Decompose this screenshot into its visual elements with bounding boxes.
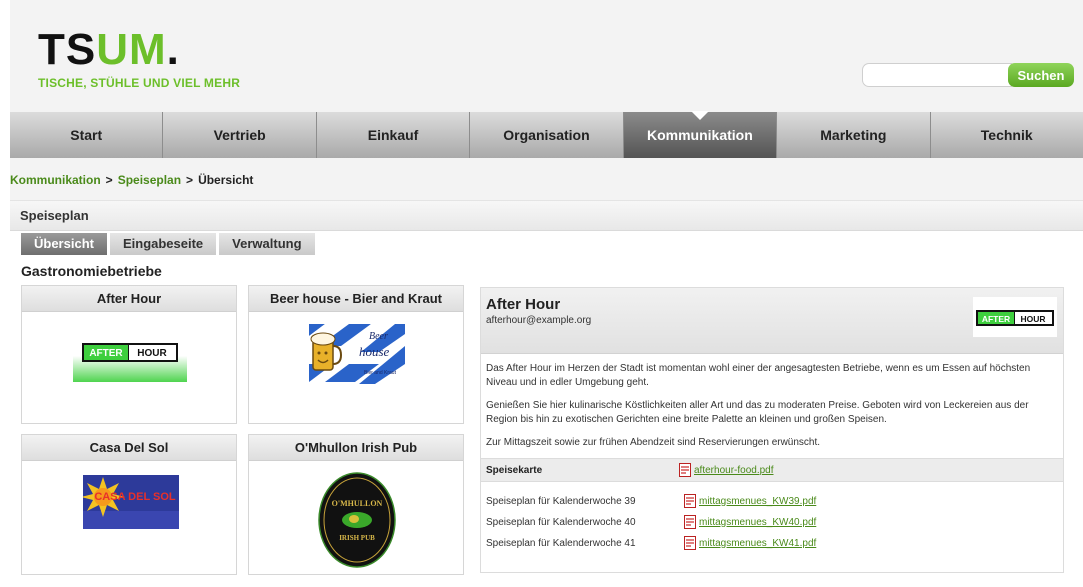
logo-wordmark: TSUM. xyxy=(38,28,240,72)
pdf-icon xyxy=(684,515,697,529)
detail-paragraph: Zur Mittagszeit sowie zur frühen Abendze… xyxy=(486,437,821,448)
detail-logo-text-hour: HOUR xyxy=(1020,314,1045,324)
breadcrumb-separator: > xyxy=(105,173,113,187)
omhullon-logo-text-pub: IRISH PUB xyxy=(339,534,375,542)
tab-uebersicht[interactable]: Übersicht xyxy=(21,233,107,255)
breadcrumb-separator: > xyxy=(186,173,194,187)
content-panel: Speiseplan Übersicht Eingabeseite Verwal… xyxy=(10,200,1083,587)
breadcrumb-speiseplan[interactable]: Speiseplan xyxy=(118,173,181,187)
restaurant-card-title[interactable]: After Hour xyxy=(22,286,236,312)
menu-card-file-link[interactable]: afterhour-food.pdf xyxy=(679,463,774,477)
detail-logo-text-after: AFTER xyxy=(982,314,1010,324)
breadcrumb-kommunikation[interactable]: Kommunikation xyxy=(10,173,101,187)
detail-afterhour-logo: AFTER HOUR xyxy=(973,297,1057,337)
pdf-icon xyxy=(684,494,697,508)
detail-description: Das After Hour im Herzen der Stadt ist m… xyxy=(481,354,1063,450)
logo-text-um: UM xyxy=(96,25,167,74)
detail-paragraph: Das After Hour im Herzen der Stadt ist m… xyxy=(486,363,1031,388)
week-label: Speiseplan für Kalenderwoche 39 xyxy=(486,496,636,507)
restaurant-card-omhullon[interactable]: O'Mhullon Irish Pub O'MHULLON IRISH PUB xyxy=(248,434,464,575)
casadelsol-logo: CASA DEL SOL xyxy=(81,475,179,534)
nav-item-start[interactable]: Start xyxy=(10,112,164,158)
detail-paragraph: Genießen Sie hier kulinarische Köstlichk… xyxy=(486,400,1029,425)
restaurant-card-title[interactable]: Casa Del Sol xyxy=(22,435,236,461)
week-file-link[interactable]: mittagsmenues_KW40.pdf xyxy=(684,515,816,529)
week-file-link[interactable]: mittagsmenues_KW41.pdf xyxy=(684,536,816,550)
detail-header: After Hour afterhour@example.org AFTER H… xyxy=(481,288,1063,354)
menu-card-row: Speisekarte afterhour-food.pdf xyxy=(481,458,1063,482)
logo-text-dot: . xyxy=(166,25,180,74)
week-file-link[interactable]: mittagsmenues_KW39.pdf xyxy=(684,494,816,508)
afterhour-logo-text-after: AFTER xyxy=(89,348,123,359)
tab-verwaltung[interactable]: Verwaltung xyxy=(219,233,315,255)
section-heading: Gastronomiebetriebe xyxy=(21,263,162,279)
restaurant-detail: After Hour afterhour@example.org AFTER H… xyxy=(480,287,1064,573)
menu-card-file-name[interactable]: afterhour-food.pdf xyxy=(694,465,774,476)
nav-item-vertrieb[interactable]: Vertrieb xyxy=(163,112,317,158)
omhullon-logo-text-name: O'MHULLON xyxy=(332,499,383,508)
search-input[interactable] xyxy=(862,63,1012,87)
nav-item-marketing[interactable]: Marketing xyxy=(777,112,931,158)
restaurant-card-afterhour[interactable]: After Hour AFTER HOUR xyxy=(21,285,237,424)
site-logo[interactable]: TSUM. TISCHE, STÜHLE UND VIEL MEHR xyxy=(38,28,241,91)
beerhouse-logo-text-sub: Bier and Kraut xyxy=(364,370,397,376)
restaurant-card-casadelsol[interactable]: Casa Del Sol CASA DEL SOL xyxy=(21,434,237,575)
restaurant-card-title[interactable]: Beer house - Bier and Kraut xyxy=(249,286,463,312)
beerhouse-logo-text-house: house xyxy=(359,344,390,359)
pdf-icon xyxy=(679,463,692,477)
tab-eingabeseite[interactable]: Eingabeseite xyxy=(109,233,217,255)
search-button[interactable]: Suchen xyxy=(1008,63,1074,87)
nav-item-kommunikation[interactable]: Kommunikation xyxy=(623,111,778,158)
restaurant-card-beerhouse[interactable]: Beer house - Bier and Kraut Beer house B… xyxy=(248,285,464,424)
restaurant-card-title[interactable]: O'Mhullon Irish Pub xyxy=(249,435,463,461)
logo-tagline: TISCHE, STÜHLE UND VIEL MEHR xyxy=(38,76,241,90)
subtabs: Übersicht Eingabeseite Verwaltung xyxy=(21,233,315,255)
detail-email[interactable]: afterhour@example.org xyxy=(486,315,591,326)
nav-item-einkauf[interactable]: Einkauf xyxy=(316,112,471,158)
search-bar: Suchen xyxy=(862,63,1074,87)
omhullon-logo: O'MHULLON IRISH PUB xyxy=(318,472,396,573)
beerhouse-logo: Beer house Bier and Kraut xyxy=(309,324,405,391)
logo-text-ts: TS xyxy=(38,25,97,74)
panel-title: Speiseplan xyxy=(10,201,1083,231)
week-file-name[interactable]: mittagsmenues_KW40.pdf xyxy=(699,517,816,528)
nav-item-technik[interactable]: Technik xyxy=(930,112,1083,158)
beerhouse-logo-text-beer: Beer xyxy=(369,331,388,342)
detail-title: After Hour xyxy=(486,296,561,313)
main-nav: Start Vertrieb Einkauf Organisation Komm… xyxy=(10,111,1083,158)
afterhour-logo: AFTER HOUR xyxy=(73,324,187,387)
menu-card-label: Speisekarte xyxy=(486,465,543,476)
nav-item-organisation[interactable]: Organisation xyxy=(470,112,624,158)
left-margin xyxy=(0,0,10,587)
afterhour-logo-text-hour: HOUR xyxy=(137,348,167,359)
week-file-name[interactable]: mittagsmenues_KW41.pdf xyxy=(699,538,816,549)
casadelsol-logo-text: CASA DEL SOL xyxy=(94,491,176,503)
pdf-icon xyxy=(684,536,697,550)
breadcrumb: Kommunikation > Speiseplan > Übersicht xyxy=(10,173,253,187)
week-file-name[interactable]: mittagsmenues_KW39.pdf xyxy=(699,496,816,507)
breadcrumb-current: Übersicht xyxy=(198,173,254,187)
week-label: Speiseplan für Kalenderwoche 41 xyxy=(486,538,636,549)
week-label: Speiseplan für Kalenderwoche 40 xyxy=(486,517,636,528)
